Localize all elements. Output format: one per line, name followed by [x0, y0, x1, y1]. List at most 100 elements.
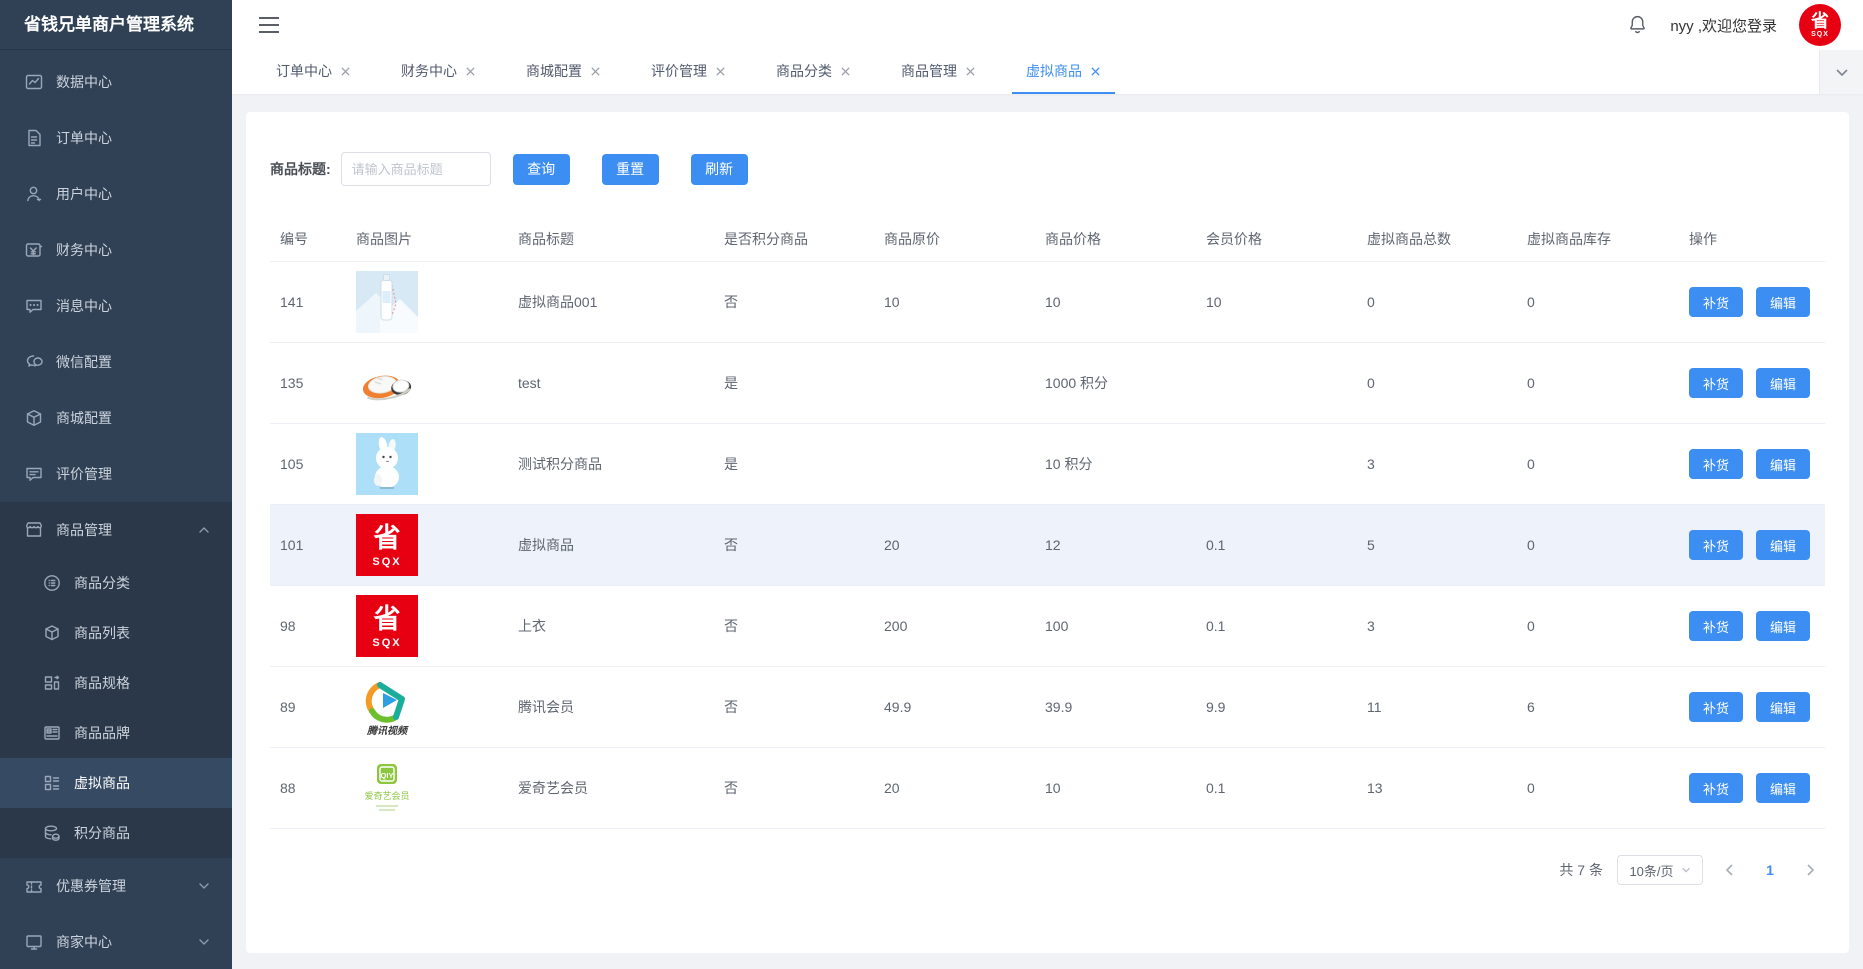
table-row-141[interactable]: 141虚拟商品001否10101000补货编辑 — [270, 262, 1825, 343]
sidebar-subitem-cube[interactable]: 商品列表 — [0, 608, 232, 658]
sidebar-item-wechat[interactable]: 微信配置 — [0, 334, 232, 390]
sidebar-menu: 数据中心订单中心用户中心财务中心消息中心微信配置商城配置评价管理商品管理商品分类… — [0, 50, 232, 969]
cell-virtual-stock: 0 — [1517, 537, 1679, 553]
main-content: 商品标题: 查询 重置 刷新 编号商品图片商品标题是否积分商品商品原价商品价格会… — [232, 94, 1863, 969]
tab-4[interactable]: 评价管理 — [637, 50, 740, 94]
product-image-iqiyi-logo: QIY爱奇艺会员 — [356, 757, 418, 819]
products-table: 编号商品图片商品标题是否积分商品商品原价商品价格会员价格虚拟商品总数虚拟商品库存… — [270, 216, 1825, 829]
tab-1[interactable]: 订单中心 — [262, 50, 365, 94]
restock-button[interactable]: 补货 — [1689, 530, 1743, 560]
tab-close-icon[interactable] — [965, 66, 976, 77]
cell-actions: 补货编辑 — [1679, 773, 1825, 803]
cell-member-price: 10 — [1196, 294, 1357, 310]
query-button[interactable]: 查询 — [513, 154, 570, 185]
page-number-1[interactable]: 1 — [1757, 856, 1783, 884]
restock-button[interactable]: 补货 — [1689, 287, 1743, 317]
cell-price: 10 — [1035, 780, 1196, 796]
sidebar-item-document[interactable]: 订单中心 — [0, 110, 232, 166]
virtual-icon — [43, 774, 61, 792]
edit-button[interactable]: 编辑 — [1756, 287, 1810, 317]
column-header: 商品价格 — [1035, 229, 1196, 249]
content-card: 商品标题: 查询 重置 刷新 编号商品图片商品标题是否积分商品商品原价商品价格会… — [246, 112, 1849, 953]
sidebar-item-finance[interactable]: 财务中心 — [0, 222, 232, 278]
merchant-icon — [25, 933, 43, 951]
sidebar-item-comment[interactable]: 评价管理 — [0, 446, 232, 502]
edit-button[interactable]: 编辑 — [1756, 611, 1810, 641]
reset-button[interactable]: 重置 — [602, 154, 659, 185]
cell-title: 虚拟商品001 — [508, 292, 714, 312]
sidebar-subitem-label: 虚拟商品 — [74, 773, 130, 793]
user-avatar[interactable]: 省 SQX — [1799, 4, 1841, 46]
prev-page-button[interactable] — [1717, 856, 1743, 884]
sidebar-item-box[interactable]: 商城配置 — [0, 390, 232, 446]
svg-text:腾讯视频: 腾讯视频 — [366, 725, 409, 737]
sidebar-subitem-spec[interactable]: 商品规格 — [0, 658, 232, 708]
next-page-button[interactable] — [1797, 856, 1823, 884]
product-image-tencent-video-logo: 腾讯视频 — [356, 676, 418, 738]
finance-icon — [25, 241, 43, 259]
sidebar-item-merchant[interactable]: 商家中心 — [0, 914, 232, 969]
edit-button[interactable]: 编辑 — [1756, 368, 1810, 398]
chart-icon — [25, 73, 43, 91]
tab-2[interactable]: 财务中心 — [387, 50, 490, 94]
cell-virtual-stock: 0 — [1517, 375, 1679, 391]
sidebar-subitem-label: 商品分类 — [74, 573, 130, 593]
table-row-88[interactable]: 88QIY爱奇艺会员爱奇艺会员否20100.1130补货编辑 — [270, 748, 1825, 829]
tab-close-icon[interactable] — [840, 66, 851, 77]
svg-text:省: 省 — [374, 523, 401, 554]
tab-label: 评价管理 — [651, 61, 707, 81]
sidebar-item-coupon[interactable]: 优惠券管理 — [0, 858, 232, 914]
table-row-105[interactable]: 105测试积分商品是10 积分30补货编辑 — [270, 424, 1825, 505]
tab-close-icon[interactable] — [1090, 66, 1101, 77]
cell-actions: 补货编辑 — [1679, 530, 1825, 560]
edit-button[interactable]: 编辑 — [1756, 773, 1810, 803]
hamburger-menu-icon[interactable] — [258, 16, 280, 34]
table-row-135[interactable]: 135test是1000 积分00补货编辑 — [270, 343, 1825, 424]
tab-overflow-button[interactable] — [1819, 50, 1863, 94]
app-title: 省钱兄单商户管理系统 — [0, 0, 232, 50]
sidebar-subitem-brand[interactable]: 商品品牌 — [0, 708, 232, 758]
tab-close-icon[interactable] — [340, 66, 351, 77]
sidebar-subitem-points[interactable]: 积分商品 — [0, 808, 232, 858]
table-row-101[interactable]: 101省SQX虚拟商品否20120.150补货编辑 — [270, 505, 1825, 586]
table-row-98[interactable]: 98省SQX上衣否2001000.130补货编辑 — [270, 586, 1825, 667]
cell-image: 省SQX — [346, 514, 508, 576]
tab-label: 商城配置 — [526, 61, 582, 81]
restock-button[interactable]: 补货 — [1689, 611, 1743, 641]
edit-button[interactable]: 编辑 — [1756, 449, 1810, 479]
chevron-up-icon — [198, 524, 210, 536]
cell-original-price: 20 — [874, 537, 1035, 553]
comment-icon — [25, 465, 43, 483]
cell-virtual-stock: 0 — [1517, 456, 1679, 472]
tab-5[interactable]: 商品分类 — [762, 50, 865, 94]
page-size-select[interactable]: 10条/页 — [1617, 855, 1703, 885]
tab-7[interactable]: 虚拟商品 — [1012, 50, 1115, 94]
sidebar-subitem-category[interactable]: 商品分类 — [0, 558, 232, 608]
restock-button[interactable]: 补货 — [1689, 449, 1743, 479]
edit-button[interactable]: 编辑 — [1756, 530, 1810, 560]
sidebar-subitem-virtual[interactable]: 虚拟商品 — [0, 758, 232, 808]
tab-6[interactable]: 商品管理 — [887, 50, 990, 94]
tab-3[interactable]: 商城配置 — [512, 50, 615, 94]
tab-close-icon[interactable] — [715, 66, 726, 77]
refresh-button[interactable]: 刷新 — [691, 154, 748, 185]
sidebar-item-label: 优惠券管理 — [56, 876, 126, 896]
sidebar-item-user[interactable]: 用户中心 — [0, 166, 232, 222]
cell-virtual-total: 13 — [1357, 780, 1517, 796]
avatar-char: 省 — [1811, 12, 1829, 30]
search-input[interactable] — [341, 152, 491, 186]
edit-button[interactable]: 编辑 — [1756, 692, 1810, 722]
cell-title: 虚拟商品 — [508, 535, 714, 555]
sidebar-item-message[interactable]: 消息中心 — [0, 278, 232, 334]
tab-close-icon[interactable] — [465, 66, 476, 77]
sidebar-item-shop[interactable]: 商品管理 — [0, 502, 232, 558]
restock-button[interactable]: 补货 — [1689, 692, 1743, 722]
sidebar-item-chart[interactable]: 数据中心 — [0, 54, 232, 110]
table-row-89[interactable]: 89腾讯视频腾讯会员否49.939.99.9116补货编辑 — [270, 667, 1825, 748]
cell-is-points: 否 — [714, 535, 874, 555]
tab-close-icon[interactable] — [590, 66, 601, 77]
notification-bell-icon[interactable] — [1627, 14, 1648, 36]
restock-button[interactable]: 补货 — [1689, 773, 1743, 803]
restock-button[interactable]: 补货 — [1689, 368, 1743, 398]
cell-id: 98 — [270, 618, 346, 634]
